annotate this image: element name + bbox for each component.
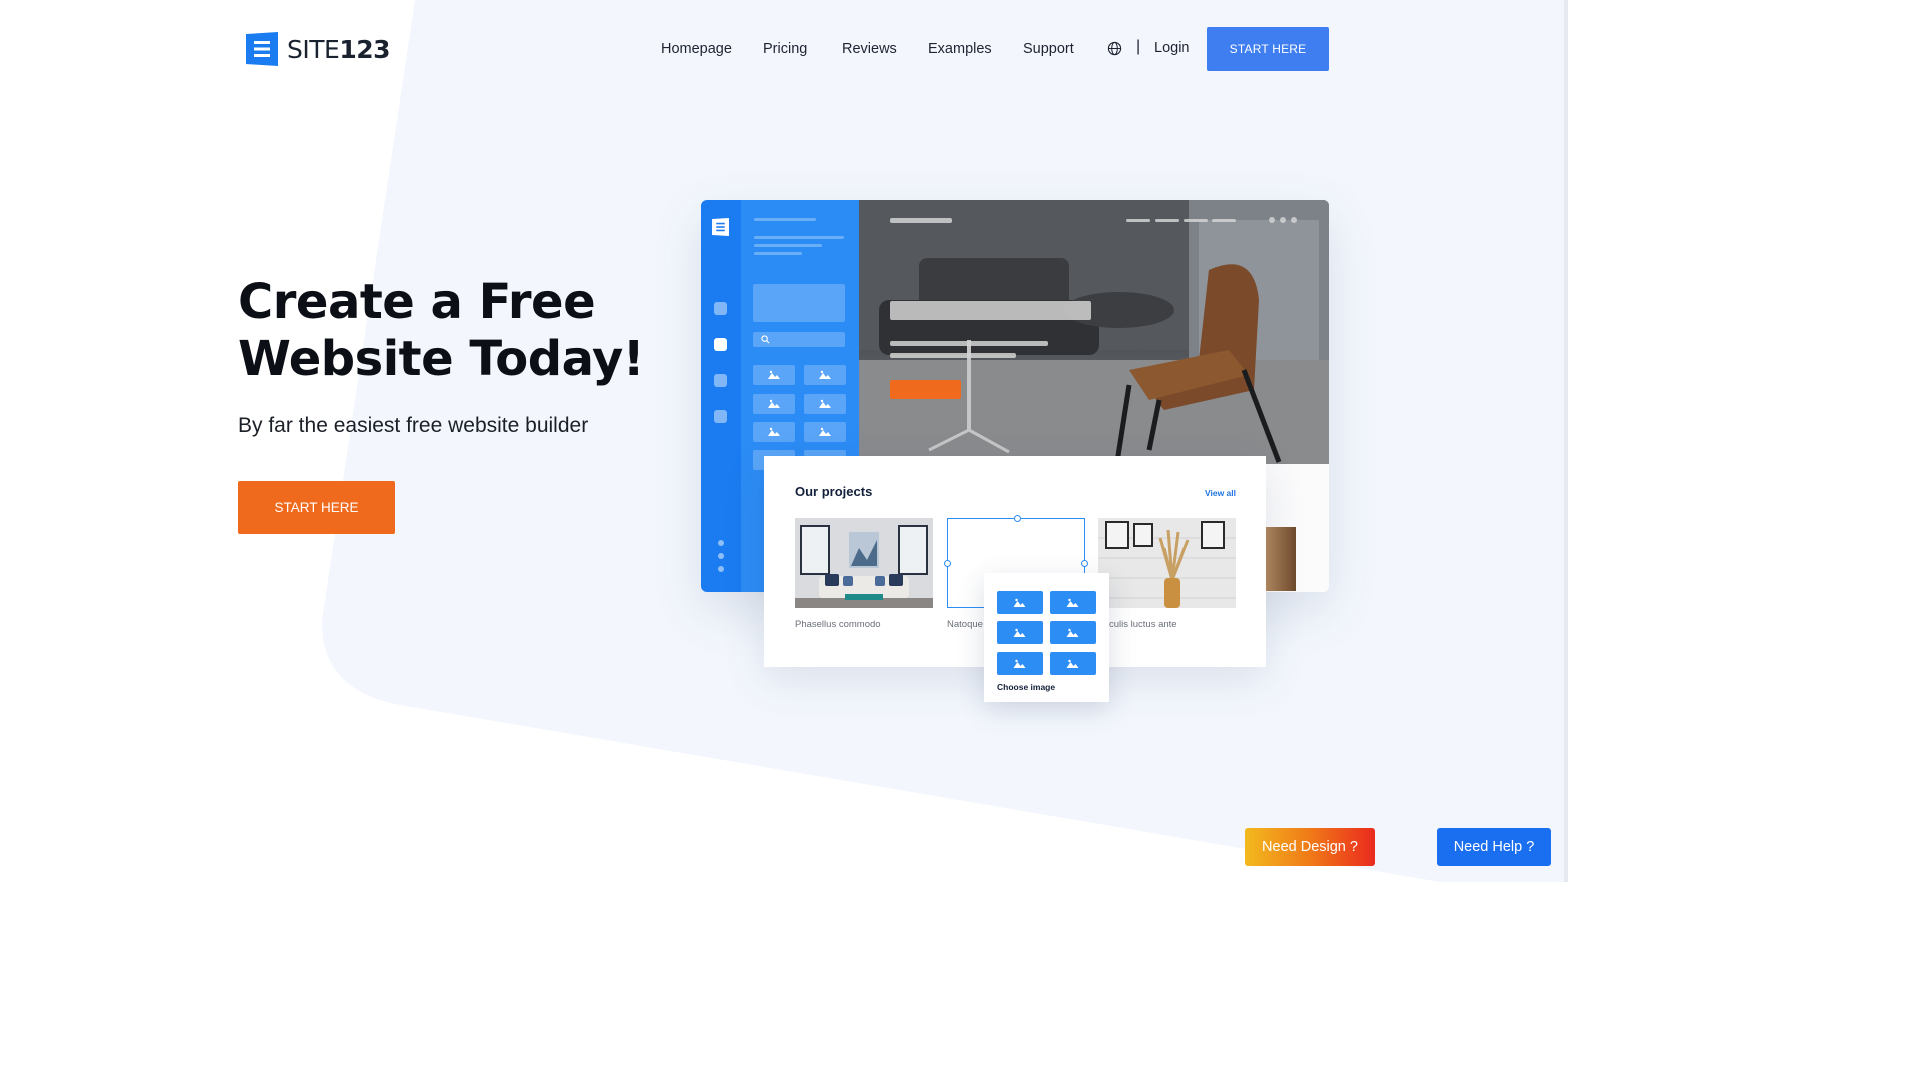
image-option[interactable] [997,652,1043,675]
project-caption-3: culis luctus ante [1109,619,1177,630]
need-design-button[interactable]: Need Design ? [1245,828,1375,866]
start-here-hero-button[interactable]: START HERE [238,481,395,534]
rail-item [714,374,727,387]
image-option[interactable] [997,621,1043,644]
hero-title: Create a Free Website Today! [238,274,645,387]
globe-icon[interactable] [1107,41,1122,56]
nav-homepage[interactable]: Homepage [661,41,732,57]
choose-image-popover: Choose image [984,573,1109,702]
hero-preview-image [859,200,1329,464]
site-logo[interactable]: SITE123 [245,32,390,66]
project-image-peek [1266,527,1296,591]
rail-item [714,302,727,315]
nav-support[interactable]: Support [1023,41,1074,57]
rail-item-active [714,338,727,351]
need-help-button[interactable]: Need Help ? [1437,828,1551,866]
choose-image-label: Choose image [997,682,1056,692]
project-caption-2: Natoque [947,619,983,630]
search-icon [761,335,770,344]
project-image-1 [795,518,933,608]
image-option[interactable] [1050,652,1096,675]
project-caption-1: Phasellus commodo [795,619,881,630]
living-room-photo [859,200,1329,464]
mockup-search [753,332,845,347]
project-image-3 [1098,518,1236,608]
rail-item [714,410,727,423]
hero-subtitle: By far the easiest free website builder [238,414,589,437]
scrollbar-track[interactable] [1564,0,1568,882]
logo-icon [246,32,278,66]
mockup-logo-icon [712,218,729,236]
image-option[interactable] [1050,591,1096,614]
login-link[interactable]: Login [1154,40,1189,56]
mockup-icon-rail [701,200,741,592]
image-option[interactable] [1050,621,1096,644]
nav-examples[interactable]: Examples [928,41,992,57]
image-option[interactable] [997,591,1043,614]
nav-separator: | [1136,38,1141,55]
view-all-link[interactable]: View all [1205,488,1236,498]
nav-pricing[interactable]: Pricing [763,41,807,57]
projects-title: Our projects [795,484,873,499]
start-here-header-button[interactable]: START HERE [1207,27,1329,71]
logo-text: SITE123 [287,34,390,64]
nav-reviews[interactable]: Reviews [842,41,897,57]
